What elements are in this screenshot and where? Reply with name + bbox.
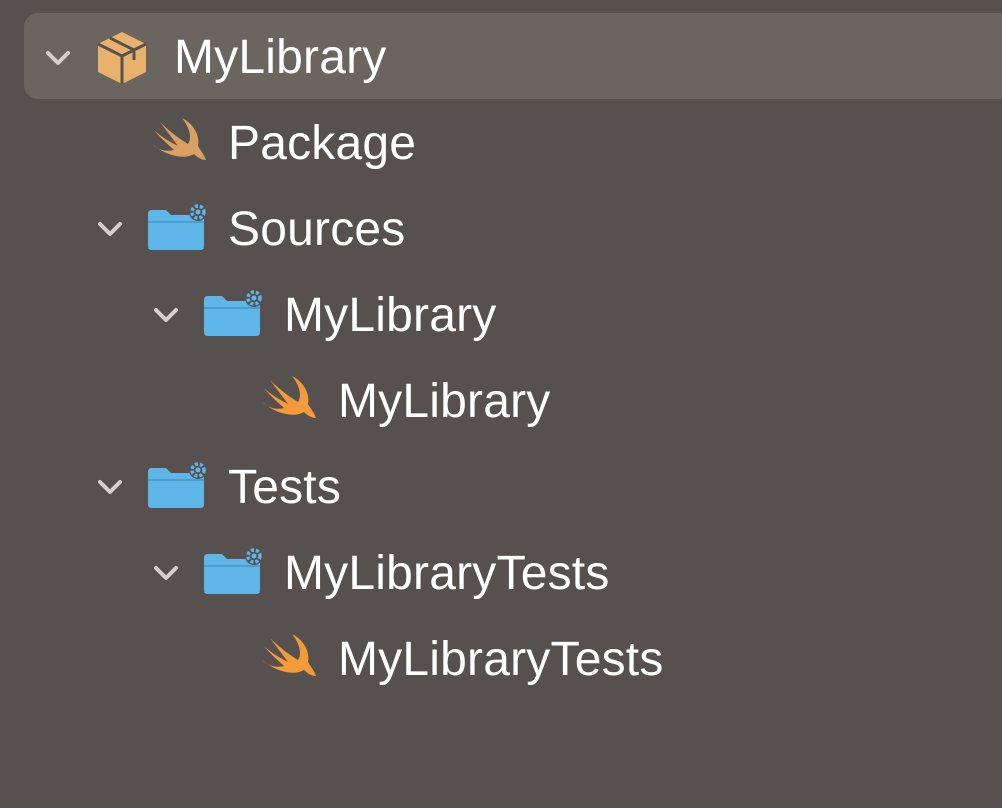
tree-row-mylibrary-swift-file[interactable]: MyLibrary <box>0 358 1002 444</box>
swift-icon <box>258 372 318 432</box>
tree-row-package-file[interactable]: Package <box>0 100 1002 186</box>
chevron-down-icon[interactable] <box>92 211 128 247</box>
folder-gear-icon <box>202 286 262 346</box>
project-navigator: MyLibrary Package Sources MyLibrary MyLi… <box>0 0 1002 808</box>
chevron-down-icon[interactable] <box>40 40 76 76</box>
tree-row-root-package[interactable]: MyLibrary <box>0 0 1002 99</box>
tree-row-sources-mylibrary-folder[interactable]: MyLibrary <box>0 272 1002 358</box>
chevron-down-icon[interactable] <box>92 469 128 505</box>
tree-row-tests-mylibrarytests-folder[interactable]: MyLibraryTests <box>0 530 1002 616</box>
tree-row-label: MyLibraryTests <box>284 547 610 600</box>
folder-gear-icon <box>146 200 206 260</box>
tree-row-label: Sources <box>228 203 406 256</box>
swift-icon <box>258 630 318 690</box>
package-icon <box>92 28 152 88</box>
tree-row-mylibrarytests-swift-file[interactable]: MyLibraryTests <box>0 616 1002 702</box>
folder-gear-icon <box>202 544 262 604</box>
tree-row-tests-folder[interactable]: Tests <box>0 444 1002 530</box>
tree-row-label: MyLibrary <box>284 289 497 342</box>
tree-row-label: MyLibrary <box>338 375 551 428</box>
tree-row-sources-folder[interactable]: Sources <box>0 186 1002 272</box>
tree-row-label: MyLibrary <box>174 31 387 84</box>
tree-row-label: Tests <box>228 461 342 514</box>
chevron-down-icon[interactable] <box>148 555 184 591</box>
tree-row-label: MyLibraryTests <box>338 633 664 686</box>
tree-row-label: Package <box>228 117 417 170</box>
folder-gear-icon <box>146 458 206 518</box>
chevron-down-icon[interactable] <box>148 297 184 333</box>
swift-icon <box>148 114 208 174</box>
